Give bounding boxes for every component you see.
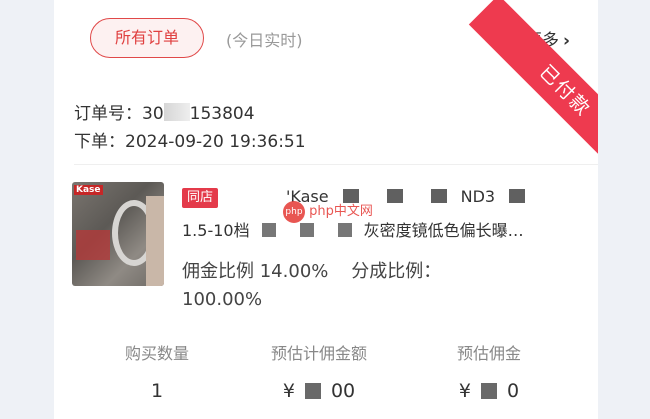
shop-tag: 同店: [182, 188, 219, 208]
commission-rate-value: 14.00%: [259, 261, 329, 282]
redaction-mask: [430, 189, 447, 203]
value-suffix: 00: [330, 380, 356, 402]
all-orders-label: 所有订单: [114, 28, 179, 47]
redaction-mask: [261, 223, 276, 237]
commission-rates: 佣金比例 14.00% 分成比例： 100.00%: [182, 258, 512, 314]
stat-estimated-commission: 预估佣金 ¥0: [424, 340, 554, 402]
order-time-label: 下单：: [74, 132, 125, 152]
all-orders-button[interactable]: 所有订单: [90, 18, 204, 58]
stat-quantity: 购买数量 1: [92, 340, 222, 402]
redaction-mask: [481, 383, 497, 399]
value-prefix: ¥: [282, 380, 295, 402]
order-card: 所有订单 (今日实时) 更多› 已付款 订单号：30153804 下单：2024…: [54, 0, 598, 419]
order-number-prefix: 30: [142, 104, 164, 124]
redaction-mask: [146, 196, 164, 286]
order-time-row: 下单：2024-09-20 19:36:51: [74, 128, 306, 156]
stat-label: 购买数量: [124, 344, 189, 363]
redaction-mask: [304, 383, 321, 399]
thumbnail-label-strip: [76, 230, 110, 260]
order-number-suffix: 153804: [189, 104, 255, 124]
realtime-note: (今日实时): [226, 31, 303, 50]
watermark-text: php中文网: [309, 204, 373, 219]
thumbnail-brand: Kase: [74, 185, 103, 195]
share-ratio-value: 100.00%: [182, 289, 263, 310]
watermark: php php中文网: [283, 200, 401, 226]
status-ribbon-label: 已付款: [468, 0, 598, 160]
stat-value: 1: [150, 380, 164, 402]
product-thumbnail[interactable]: Kase: [72, 182, 164, 286]
divider: [74, 164, 598, 165]
title-part: ND3: [460, 187, 496, 206]
status-ribbon: 已付款: [438, 0, 598, 160]
value-prefix: ¥: [458, 380, 471, 402]
order-time-value: 2024-09-20 19:36:51: [125, 132, 306, 152]
value-suffix: 0: [507, 380, 520, 402]
order-info: 订单号：30 153804 下单：2024-09-20 19:36:51: [74, 100, 306, 156]
stat-label: 预估佣金: [456, 344, 521, 363]
watermark-logo-icon: php: [283, 200, 305, 223]
stat-value: ¥0: [424, 380, 554, 402]
stat-label: 预估计佣金额: [270, 344, 367, 363]
redaction-mask: [163, 103, 190, 121]
share-ratio-label: 分成比例：: [351, 261, 442, 282]
redaction-mask: [509, 189, 526, 203]
stat-estimated-commission-base: 预估计佣金额 ¥00: [254, 340, 384, 402]
order-number-row: 订单号：30 153804: [74, 100, 306, 128]
commission-rate-label: 佣金比例: [182, 261, 254, 282]
stat-value: ¥00: [254, 380, 384, 402]
order-number-label: 订单号：: [74, 104, 142, 124]
title-start: 1.5-10档: [182, 221, 250, 240]
